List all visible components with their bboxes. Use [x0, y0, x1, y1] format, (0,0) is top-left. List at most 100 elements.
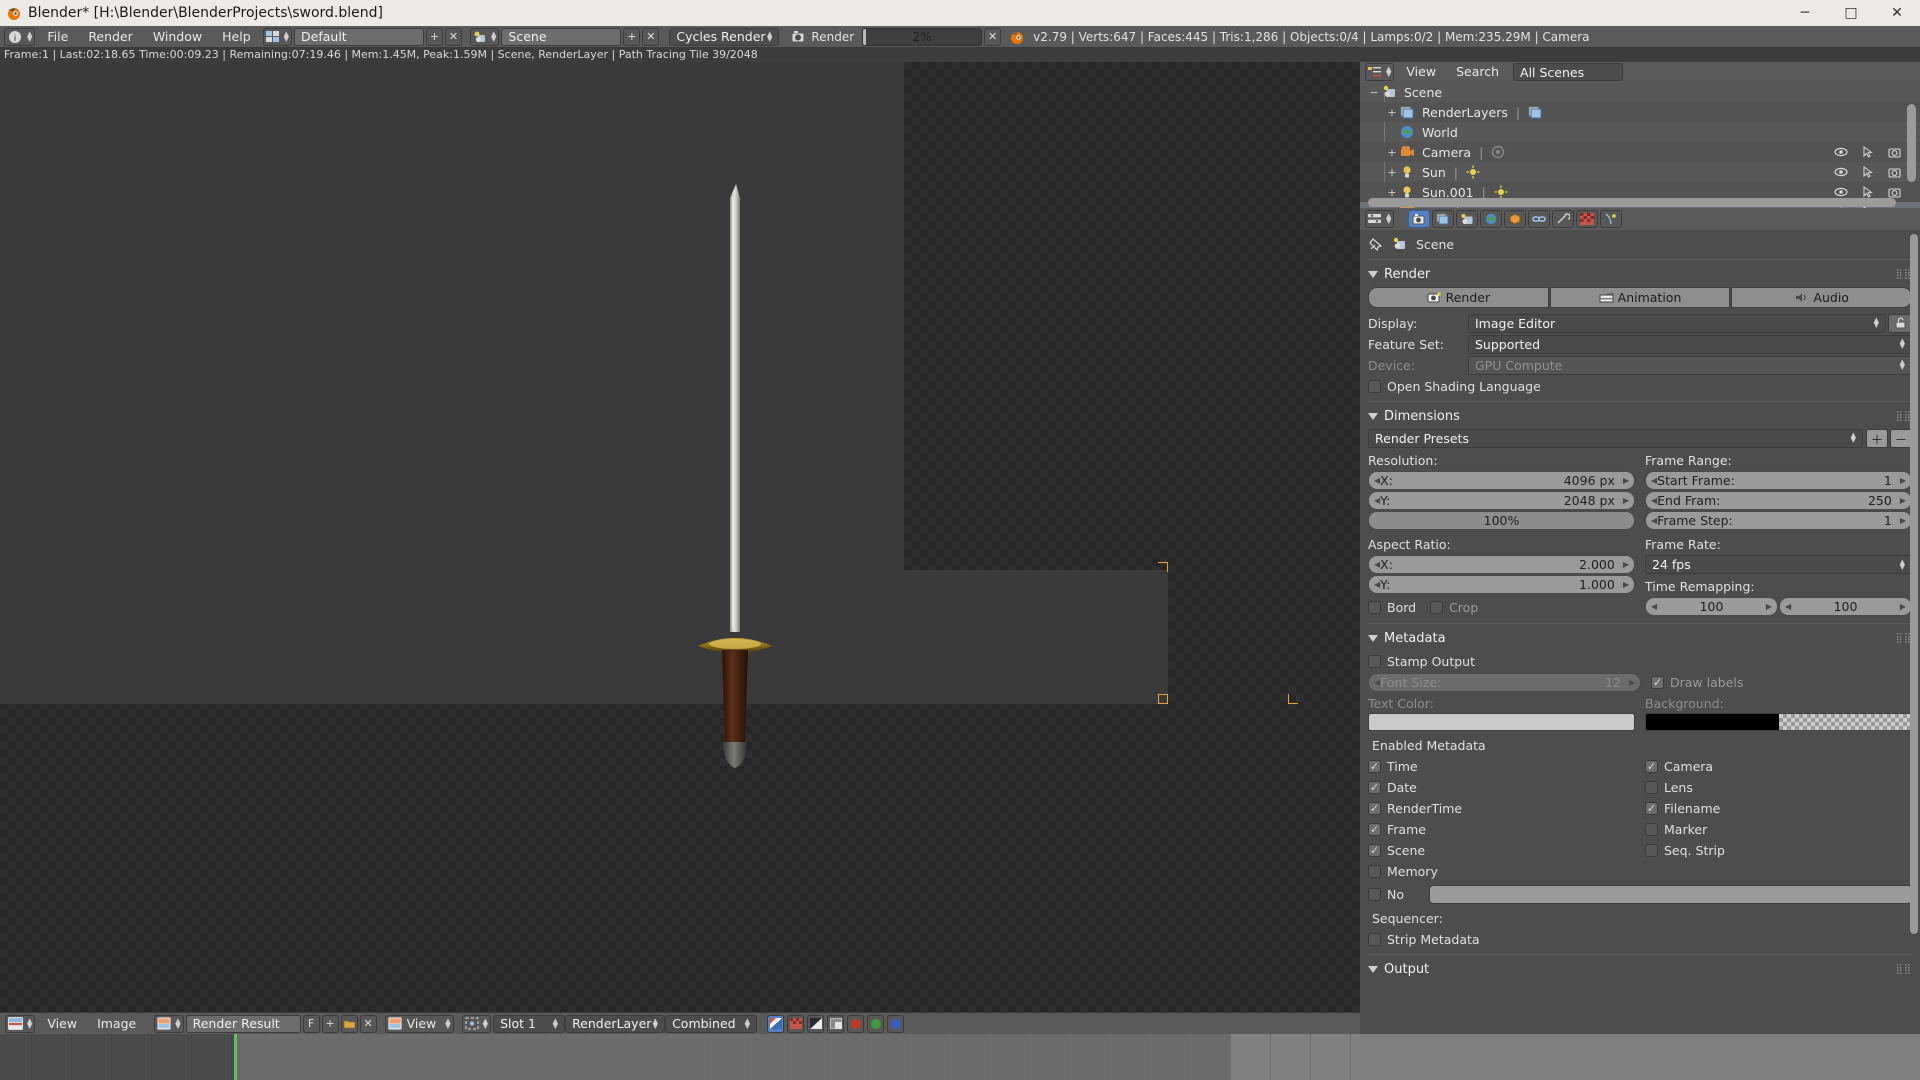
date-checkbox[interactable]: ✓ — [1368, 780, 1381, 794]
time-remap-new-field[interactable]: ◀ 100 ▶ — [1779, 597, 1912, 616]
open-image-button[interactable] — [340, 1014, 358, 1033]
cursor-arrow-icon[interactable] — [1862, 186, 1874, 198]
menu-window[interactable]: Window — [143, 26, 212, 48]
strip-metadata-checkbox[interactable] — [1368, 932, 1381, 946]
eye-icon[interactable] — [1834, 186, 1848, 198]
unlink-image-button[interactable]: ✕ — [359, 1014, 377, 1033]
camera-checkbox[interactable]: ✓ — [1645, 759, 1658, 773]
panel-header-render[interactable]: Render ⣿⣿ — [1368, 264, 1912, 284]
menu-help[interactable]: Help — [212, 26, 261, 48]
camera-restrict-icon[interactable] — [1888, 166, 1902, 178]
green-channel-button[interactable] — [867, 1014, 885, 1033]
screen-layout-field[interactable]: Default — [294, 27, 425, 46]
resolution-y-field[interactable]: ◀ Y: 2048 px ▶ — [1368, 491, 1635, 510]
tab-modifiers[interactable] — [1552, 210, 1575, 228]
minimize-button[interactable]: ─ — [1782, 0, 1828, 26]
arrow-right-icon[interactable]: ▶ — [1623, 580, 1629, 589]
render-layer-select[interactable]: RenderLayer ▲ ▼ — [565, 1014, 666, 1033]
resolution-x-field[interactable]: ◀ X: 4096 px ▶ — [1368, 471, 1635, 490]
eye-icon[interactable] — [1834, 146, 1848, 158]
scene-icon-selector[interactable]: ▲ ▼ — [470, 27, 500, 46]
delete-screen-button[interactable]: ✕ — [445, 27, 463, 46]
seq-strip-checkbox[interactable] — [1645, 843, 1658, 857]
playhead-marker[interactable] — [233, 1034, 237, 1080]
outliner-vertical-scrollbar[interactable] — [1907, 104, 1916, 182]
maximize-button[interactable]: □ — [1828, 0, 1874, 26]
image-menu-image[interactable]: Image — [87, 1013, 146, 1035]
eye-icon[interactable] — [1834, 166, 1848, 178]
panel-header-dimensions[interactable]: Dimensions ⣿⣿ — [1368, 406, 1912, 426]
render-presets-select[interactable]: Render Presets ▲ ▼ — [1368, 428, 1863, 448]
tab-object[interactable] — [1504, 210, 1527, 228]
blue-channel-button[interactable] — [887, 1014, 905, 1033]
color-and-alpha-button[interactable] — [767, 1014, 785, 1033]
cursor-arrow-icon[interactable] — [1862, 146, 1874, 158]
outliner-display-mode[interactable]: All Scenes — [1513, 63, 1624, 81]
outliner-row-renderlayers[interactable]: + RenderLayers | — [1360, 102, 1920, 122]
editor-type-selector[interactable]: i ▲ ▼ — [4, 27, 36, 46]
cancel-render-button[interactable]: ✕ — [984, 27, 1002, 46]
end-frame-field[interactable]: ◀ End Fram: 250 ▶ — [1645, 491, 1912, 510]
row-metadata-seqstrip[interactable]: Seq. Strip — [1645, 840, 1912, 860]
resolution-percentage-field[interactable]: 100% — [1368, 511, 1635, 530]
close-button[interactable]: ✕ — [1874, 0, 1920, 26]
render-engine-select[interactable]: Cycles Render ▲ ▼ — [669, 27, 780, 46]
row-metadata-date[interactable]: ✓ Date — [1368, 777, 1635, 797]
time-remap-old-field[interactable]: ◀ 100 ▶ — [1645, 597, 1778, 616]
aspect-x-field[interactable]: ◀ X: 2.000 ▶ — [1368, 555, 1635, 574]
row-metadata-scene[interactable]: ✓ Scene — [1368, 840, 1635, 860]
red-channel-button[interactable] — [847, 1014, 865, 1033]
image-name-field[interactable]: Render Result — [185, 1014, 301, 1033]
outliner-tree[interactable]: − Scene + RenderLayers | World + Camera … — [1360, 82, 1920, 208]
start-frame-field[interactable]: ◀ Start Frame: 1 ▶ — [1645, 471, 1912, 490]
menu-render[interactable]: Render — [78, 26, 143, 48]
arrow-left-icon[interactable]: ◀ — [1651, 602, 1657, 611]
row-stamp-output[interactable]: Stamp Output — [1368, 651, 1912, 671]
tab-texture[interactable] — [1576, 210, 1599, 228]
alpha-button[interactable] — [787, 1014, 805, 1033]
screen-layout-icon-selector[interactable]: ▲ ▼ — [262, 27, 293, 46]
color-button[interactable] — [827, 1014, 845, 1033]
add-scene-button[interactable]: + — [623, 27, 641, 46]
fake-user-button[interactable]: F — [302, 1014, 320, 1033]
image-editor-canvas[interactable] — [0, 62, 1360, 1012]
arrow-left-icon[interactable]: ◀ — [1785, 602, 1791, 611]
frame-step-field[interactable]: ◀ Frame Step: 1 ▶ — [1645, 511, 1912, 530]
row-metadata-filename[interactable]: ✓ Filename — [1645, 798, 1912, 818]
row-metadata-memory[interactable]: Memory — [1368, 861, 1635, 881]
draw-labels-checkbox[interactable]: ✓ — [1651, 676, 1664, 689]
timeline-track-area[interactable] — [0, 1034, 1920, 1080]
arrow-right-icon[interactable]: ▶ — [1900, 496, 1906, 505]
outliner-horizontal-scrollbar[interactable] — [1368, 198, 1896, 207]
frame-checkbox[interactable]: ✓ — [1368, 822, 1381, 836]
render-button-label[interactable]: Render — [811, 30, 854, 44]
row-metadata-marker[interactable]: Marker — [1645, 819, 1912, 839]
add-preset-button[interactable]: ＋ — [1866, 428, 1888, 448]
editor-type-selector-properties[interactable]: ▲ ▼ — [1365, 210, 1395, 228]
crop-checkbox[interactable] — [1430, 600, 1444, 614]
outliner-row-camera[interactable]: + Camera | — [1360, 142, 1920, 162]
tab-constraints[interactable] — [1528, 210, 1551, 228]
expander-icon[interactable]: + — [1386, 106, 1398, 119]
outliner-menu-view[interactable]: View — [1396, 61, 1446, 83]
expander-icon[interactable]: + — [1386, 166, 1398, 179]
expander-icon[interactable]: + — [1386, 186, 1398, 199]
feature-set-select[interactable]: Supported ▲ ▼ — [1468, 334, 1912, 354]
text-color-swatch[interactable] — [1368, 713, 1635, 731]
arrow-right-icon[interactable]: ▶ — [1623, 476, 1629, 485]
tab-world[interactable] — [1480, 210, 1503, 228]
add-screen-button[interactable]: + — [426, 27, 444, 46]
render-pass-select[interactable]: Combined ▲ ▼ — [665, 1014, 758, 1033]
pin-icon[interactable] — [1368, 237, 1384, 252]
outliner-row-world[interactable]: World — [1360, 122, 1920, 142]
row-strip-metadata[interactable]: Strip Metadata — [1368, 929, 1912, 949]
properties-scrollbar[interactable] — [1910, 234, 1918, 934]
tab-particles[interactable] — [1600, 210, 1623, 228]
menu-file[interactable]: File — [37, 26, 78, 48]
render-slot-select[interactable]: Slot 1 ▲ ▼ — [493, 1014, 566, 1033]
panel-header-metadata[interactable]: Metadata ⣿⣿ — [1368, 628, 1912, 648]
border-checkbox[interactable] — [1368, 600, 1381, 614]
scene-name-field[interactable]: Scene — [501, 27, 622, 46]
image-view-mode-icon[interactable]: View ▲ ▼ — [384, 1014, 454, 1033]
scene-checkbox[interactable]: ✓ — [1368, 843, 1381, 857]
